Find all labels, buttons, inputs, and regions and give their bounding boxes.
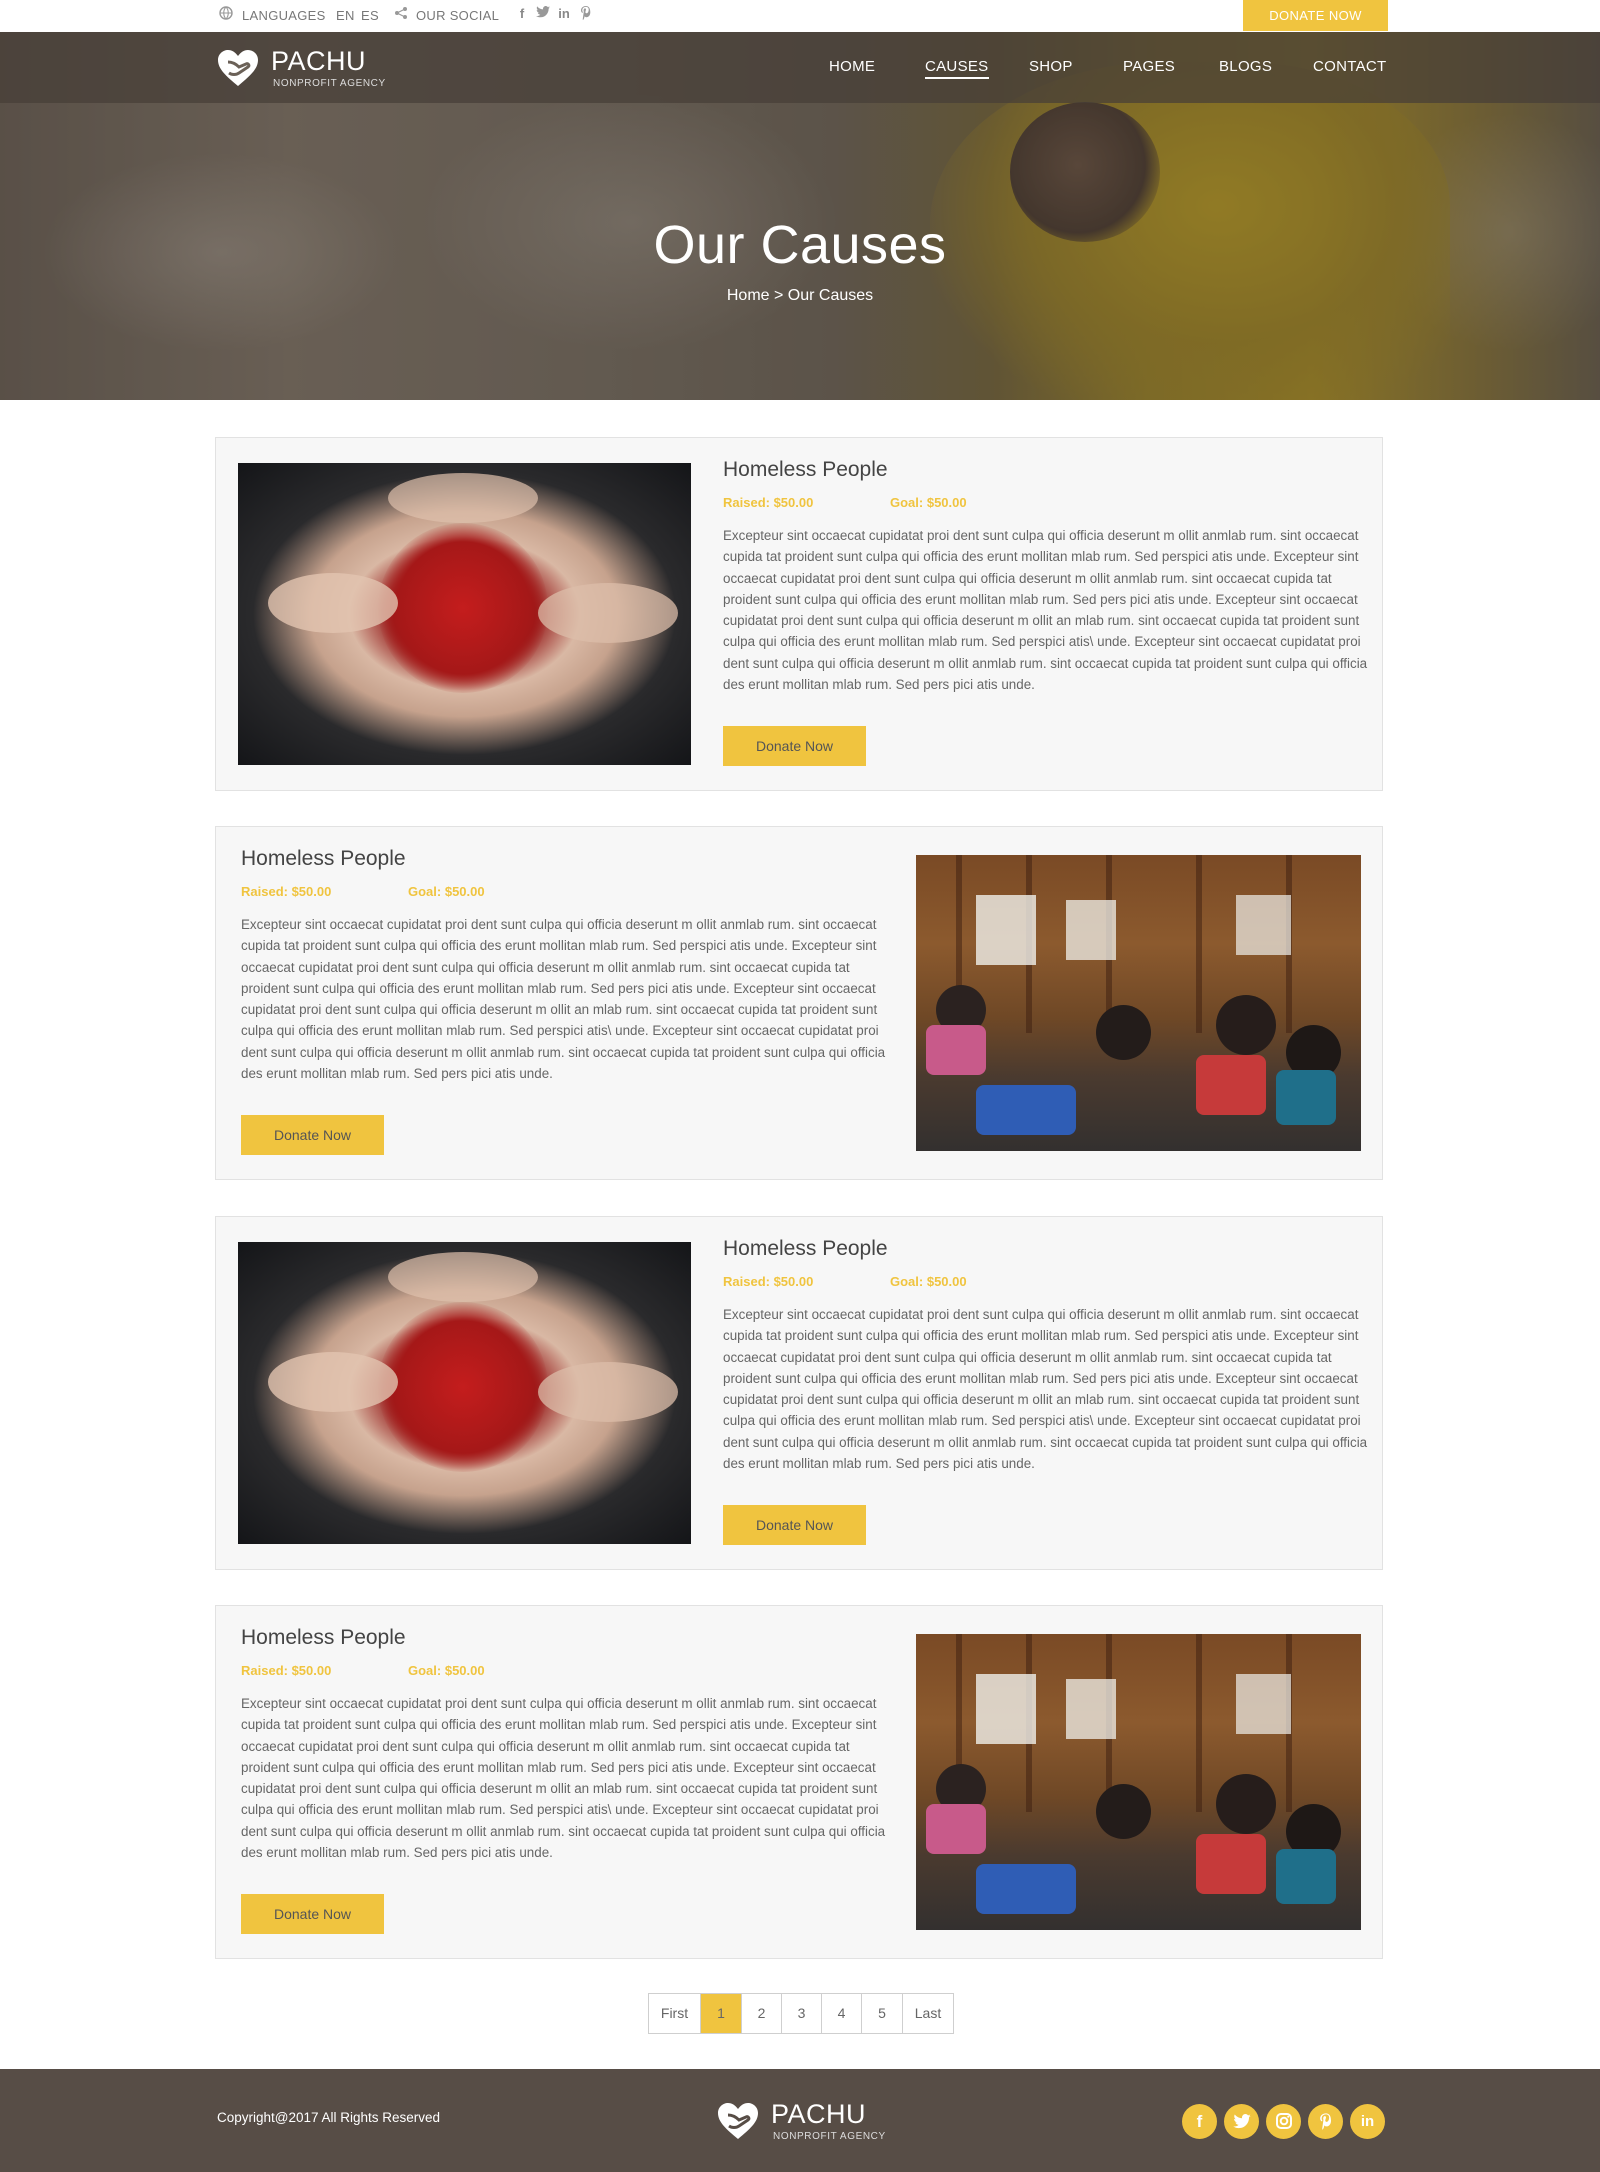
- classroom-children-photo: [916, 855, 1361, 1151]
- page-last[interactable]: Last: [903, 1994, 953, 2033]
- painted-hands-photo: [238, 1242, 691, 1544]
- globe-icon: [218, 6, 234, 22]
- facebook-icon[interactable]: f: [1182, 2104, 1217, 2139]
- lang-es-link[interactable]: ES: [361, 8, 379, 23]
- page-4[interactable]: 4: [822, 1994, 862, 2033]
- donate-now-top-button[interactable]: DONATE NOW: [1243, 0, 1388, 31]
- linkedin-icon[interactable]: in: [1350, 2104, 1385, 2139]
- cause-card: Homeless People Raised: $50.00 Goal: $50…: [215, 1605, 1383, 1959]
- cause-description: Excepteur sint occaecat cupidatat proi d…: [723, 528, 1368, 693]
- page-title: Our Causes: [653, 215, 947, 275]
- twitter-icon[interactable]: [535, 6, 551, 22]
- page-1[interactable]: 1: [701, 1994, 742, 2033]
- pinterest-icon[interactable]: [578, 6, 594, 22]
- languages-label: LANGUAGES: [242, 8, 326, 23]
- breadcrumb[interactable]: Home > Our Causes: [0, 287, 1600, 305]
- copyright-text: Copyright@2017 All Rights Reserved: [217, 2110, 441, 2125]
- heart-hand-logo-icon: [218, 50, 258, 86]
- cause-raised: Raised: $50.00: [723, 1274, 814, 1289]
- footer-brand-name: PACHU: [771, 2099, 867, 2129]
- nav-contact[interactable]: CONTACT: [1313, 58, 1386, 75]
- donate-now-button[interactable]: Donate Now: [723, 726, 866, 766]
- cause-title: Homeless People: [241, 1626, 406, 1649]
- cause-raised: Raised: $50.00: [241, 1663, 332, 1678]
- cause-description: Excepteur sint occaecat cupidatat proi d…: [241, 1696, 886, 1861]
- cause-title: Homeless People: [241, 847, 406, 870]
- pinterest-icon[interactable]: [1308, 2104, 1343, 2139]
- facebook-icon[interactable]: f: [514, 6, 530, 22]
- heart-hand-logo-icon: [718, 2103, 758, 2139]
- page-2[interactable]: 2: [742, 1994, 782, 2033]
- cause-title: Homeless People: [723, 458, 888, 481]
- brand-name: PACHU: [271, 46, 367, 76]
- cause-goal: Goal: $50.00: [890, 495, 967, 510]
- nav-shop[interactable]: SHOP: [1029, 58, 1073, 75]
- share-icon: [393, 6, 409, 22]
- cause-card: Homeless People Raised: $50.00 Goal: $50…: [215, 437, 1383, 791]
- brand-tagline: NONPROFIT AGENCY: [273, 78, 386, 89]
- donate-now-button[interactable]: Donate Now: [241, 1115, 384, 1155]
- cause-card: Homeless People Raised: $50.00 Goal: $50…: [215, 826, 1383, 1180]
- classroom-children-photo: [916, 1634, 1361, 1930]
- page-3[interactable]: 3: [782, 1994, 822, 2033]
- cause-title: Homeless People: [723, 1237, 888, 1260]
- cause-raised: Raised: $50.00: [723, 495, 814, 510]
- nav-home[interactable]: HOME: [829, 58, 875, 75]
- nav-causes[interactable]: CAUSES: [925, 58, 989, 79]
- cause-card: Homeless People Raised: $50.00 Goal: $50…: [215, 1216, 1383, 1570]
- painted-hands-photo: [238, 463, 691, 765]
- footer-brand-tagline: NONPROFIT AGENCY: [773, 2131, 886, 2142]
- page-5[interactable]: 5: [862, 1994, 903, 2033]
- cause-raised: Raised: $50.00: [241, 884, 332, 899]
- nav-pages[interactable]: PAGES: [1123, 58, 1175, 75]
- donate-now-button[interactable]: Donate Now: [241, 1894, 384, 1934]
- cause-goal: Goal: $50.00: [408, 884, 485, 899]
- cause-goal: Goal: $50.00: [408, 1663, 485, 1678]
- instagram-icon[interactable]: [1266, 2104, 1301, 2139]
- linkedin-icon[interactable]: in: [556, 6, 572, 22]
- lang-en-link[interactable]: EN: [336, 8, 355, 23]
- nav-blogs[interactable]: BLOGS: [1219, 58, 1272, 75]
- our-social-label: OUR SOCIAL: [416, 8, 500, 23]
- twitter-icon[interactable]: [1224, 2104, 1259, 2139]
- main-navbar: PACHU NONPROFIT AGENCY HOME CAUSES SHOP …: [0, 32, 1600, 103]
- page-first[interactable]: First: [649, 1994, 701, 2033]
- top-bar: LANGUAGES EN ES OUR SOCIAL f in DONATE N…: [0, 0, 1600, 32]
- hero-banner: PACHU NONPROFIT AGENCY HOME CAUSES SHOP …: [0, 32, 1600, 400]
- pagination: First 1 2 3 4 5 Last: [648, 1993, 954, 2034]
- cause-description: Excepteur sint occaecat cupidatat proi d…: [723, 1307, 1368, 1472]
- cause-description: Excepteur sint occaecat cupidatat proi d…: [241, 917, 886, 1082]
- cause-goal: Goal: $50.00: [890, 1274, 967, 1289]
- donate-now-button[interactable]: Donate Now: [723, 1505, 866, 1545]
- footer: Copyright@2017 All Rights Reserved PACHU…: [0, 2069, 1600, 2172]
